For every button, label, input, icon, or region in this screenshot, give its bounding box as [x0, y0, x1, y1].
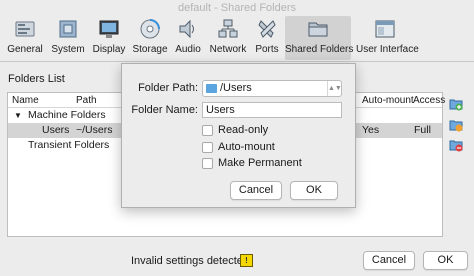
toolbar-user-interface-button[interactable]: User Interface	[356, 16, 419, 60]
read-only-label: Read-only	[218, 124, 269, 136]
footer-ok-button[interactable]: OK	[423, 251, 468, 270]
warning-icon[interactable]: !	[240, 254, 253, 267]
toolbar-user-interface-label: User Interface	[356, 44, 419, 55]
folder-name-label: Folder Name:	[131, 104, 198, 116]
folder-path-label: Folder Path:	[138, 82, 198, 94]
folder-path-value: /Users	[220, 82, 252, 94]
column-auto-mount-header[interactable]: Auto-mount	[362, 95, 414, 106]
remove-folder-icon[interactable]	[449, 138, 463, 152]
disclosure-triangle-icon[interactable]: ▼	[14, 108, 22, 123]
settings-window: default - Shared Folders General System	[0, 0, 474, 276]
ports-icon	[258, 20, 276, 38]
make-permanent-label: Make Permanent	[218, 157, 302, 169]
toolbar-ports-label: Ports	[255, 44, 279, 55]
toolbar-system-button[interactable]: System	[48, 16, 88, 60]
checkbox-box[interactable]	[202, 158, 213, 169]
toolbar-shared-folders-button[interactable]: Shared Folders	[285, 16, 354, 60]
add-share-dialog: Folder Path: /Users ▲▼ Folder Name: User…	[121, 63, 356, 208]
folder-path-select[interactable]: /Users ▲▼	[202, 80, 342, 97]
toolbar-general-button[interactable]: General	[4, 16, 46, 60]
folder-name-field[interactable]: Users	[202, 102, 342, 118]
storage-icon	[140, 19, 160, 39]
toolbar-ports-button[interactable]: Ports	[252, 16, 282, 60]
column-access-header[interactable]: Access	[413, 95, 445, 106]
checkbox-box[interactable]	[202, 125, 213, 136]
settings-toolbar: General System Display Storage Audio Net…	[0, 14, 474, 62]
folder-icon	[206, 84, 217, 93]
chevron-up-down-icon[interactable]: ▲▼	[327, 81, 342, 96]
toolbar-network-label: Network	[209, 44, 247, 55]
shared-folders-icon	[308, 22, 328, 37]
toolbar-audio-button[interactable]: Audio	[172, 16, 204, 60]
toolbar-display-button[interactable]: Display	[90, 16, 128, 60]
network-icon	[218, 19, 238, 38]
dialog-cancel-button[interactable]: Cancel	[230, 181, 282, 200]
general-icon	[15, 21, 35, 37]
display-icon	[99, 20, 119, 38]
status-message: Invalid settings detected	[131, 255, 250, 267]
add-folder-icon[interactable]	[449, 97, 463, 111]
toolbar-shared-folders-label: Shared Folders	[285, 44, 354, 55]
group-label: Transient Folders	[28, 139, 110, 151]
footer-cancel-button[interactable]: Cancel	[363, 251, 415, 270]
toolbar-network-button[interactable]: Network	[208, 16, 248, 60]
row-name: Users	[42, 124, 70, 136]
user-interface-icon	[375, 20, 395, 38]
row-path: ~/Users	[76, 124, 113, 136]
folders-list-label: Folders List	[8, 73, 65, 85]
toolbar-system-label: System	[51, 44, 85, 55]
toolbar-audio-label: Audio	[175, 44, 201, 55]
row-access: Full	[414, 124, 431, 136]
column-path-header[interactable]: Path	[76, 95, 97, 106]
auto-mount-label: Auto-mount	[218, 141, 275, 153]
checkbox-box[interactable]	[202, 142, 213, 153]
audio-icon	[179, 19, 194, 39]
system-icon	[59, 20, 77, 38]
dialog-ok-button[interactable]: OK	[290, 181, 338, 200]
toolbar-storage-button[interactable]: Storage	[130, 16, 170, 60]
column-name-header[interactable]: Name	[12, 95, 39, 106]
toolbar-storage-label: Storage	[132, 44, 168, 55]
row-auto-mount: Yes	[362, 124, 380, 136]
group-label: Machine Folders	[28, 109, 106, 121]
toolbar-general-label: General	[7, 44, 43, 55]
toolbar-display-label: Display	[92, 44, 126, 55]
edit-folder-icon[interactable]	[449, 118, 463, 132]
